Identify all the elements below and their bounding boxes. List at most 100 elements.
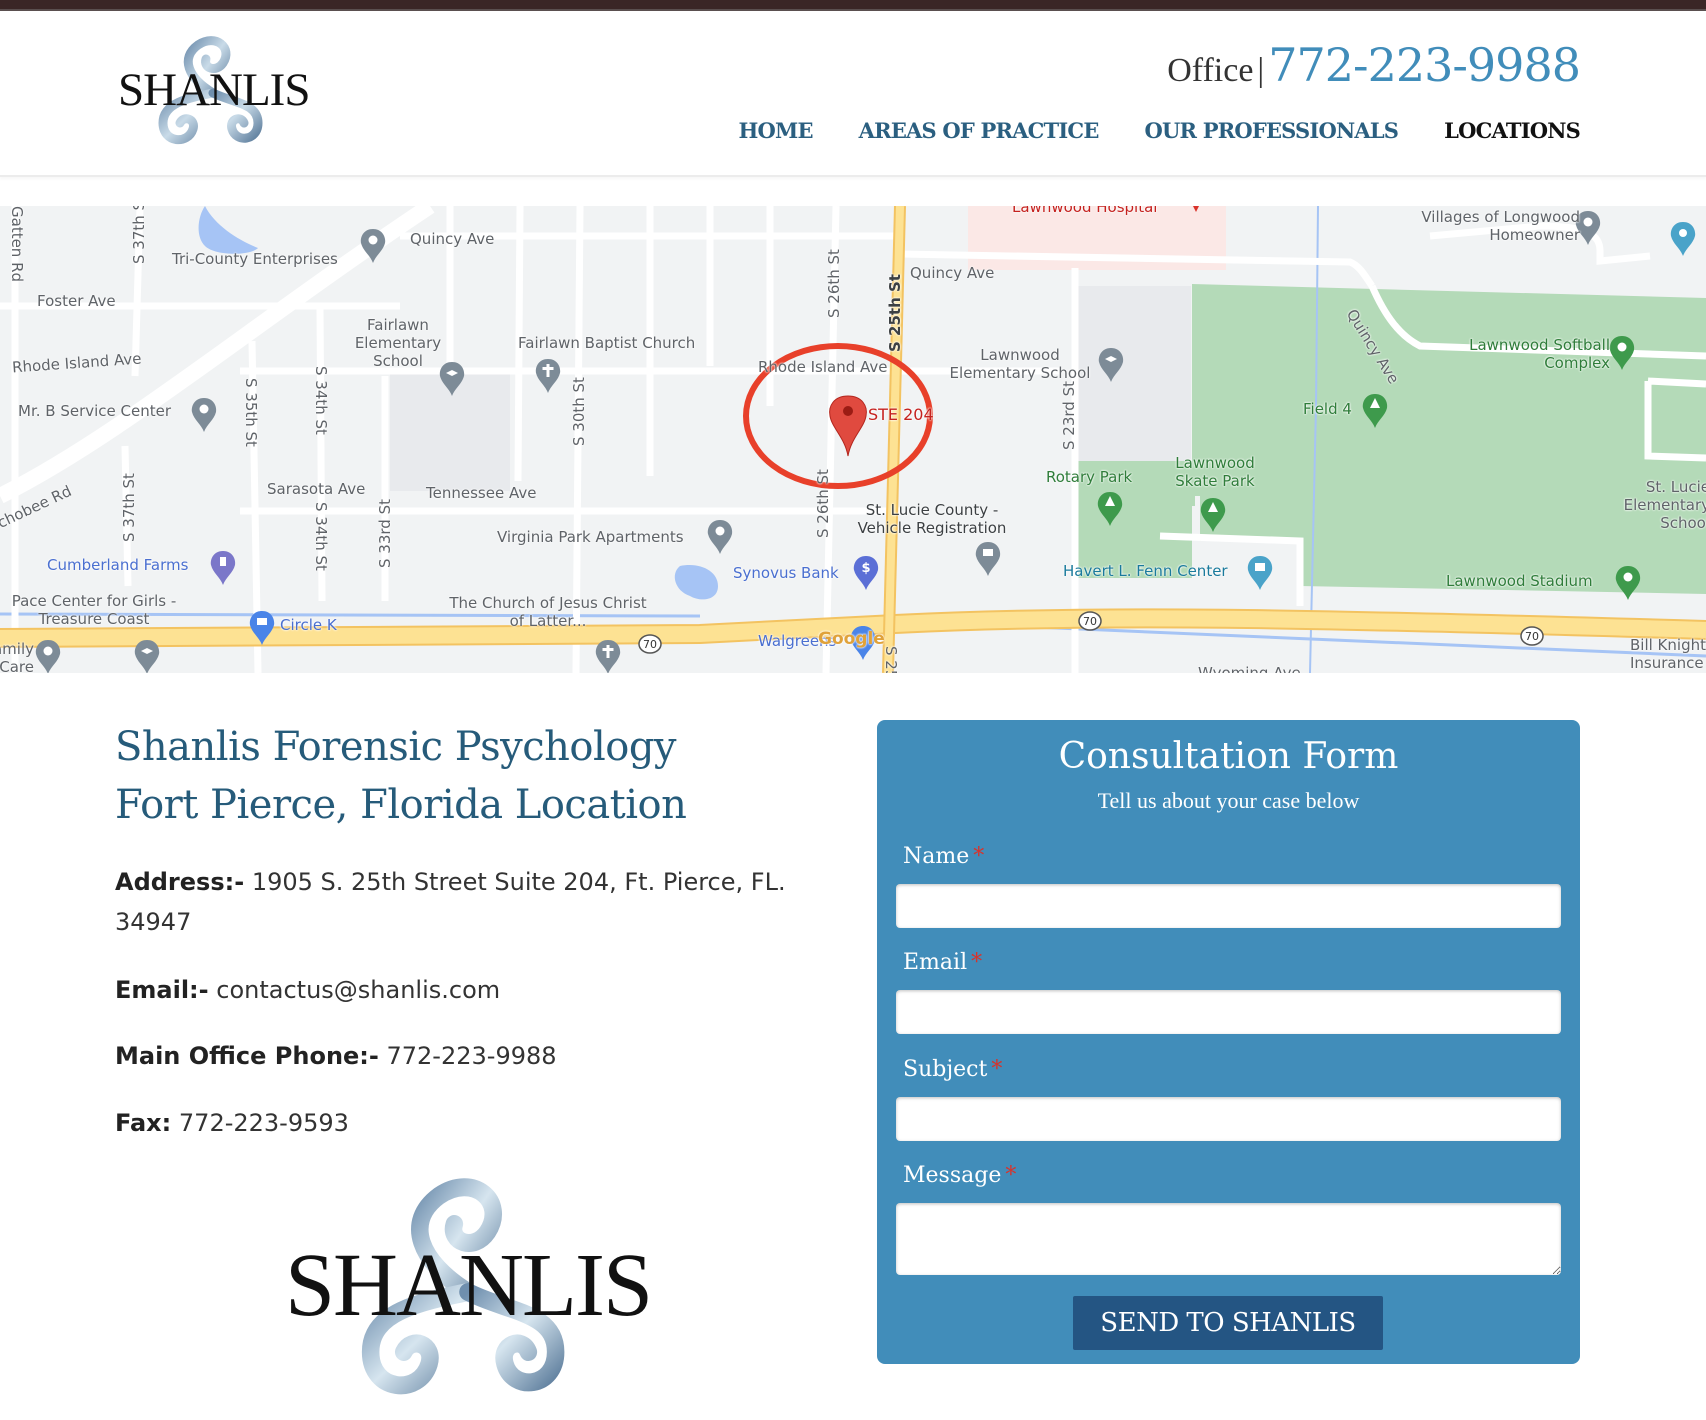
top-bar [0, 0, 1706, 11]
phone-label: Main Office Phone:- [115, 1042, 379, 1070]
form-subtitle: Tell us about your case below [1097, 788, 1360, 813]
nav-areas-of-practice[interactable]: AREAS OF PRACTICE [859, 118, 1100, 143]
map-label-cumberland-farms: Cumberland Farms [47, 556, 189, 574]
street-label-rhode-island-ave: Rhode Island Ave [758, 358, 888, 376]
map-label-havert-fenn-center: Havert L. Fenn Center [1063, 562, 1228, 580]
location-map[interactable]: $ Tri-County Enterprises Fairlawn Elemen… [0, 206, 1706, 673]
street-label-s-30th-st: S 30th St [570, 377, 588, 446]
pin-icon [35, 640, 61, 673]
pet-pin-icon [1670, 222, 1696, 256]
name-label: Name * [903, 844, 984, 869]
bank-pin-icon: $ [853, 556, 879, 590]
pin-icon [707, 520, 733, 554]
map-label-church-of-jesus-christ: The Church of Jesus Christ of Latter... [449, 594, 647, 630]
street-label-s-23rd-st: S 23rd St [1060, 381, 1078, 450]
phone-line: Main Office Phone:- 772-223-9988 [115, 1036, 795, 1076]
office-phone-line: Office |772-223-9988 [1167, 38, 1581, 92]
location-heading: Shanlis Forensic Psychology Fort Pierce,… [115, 718, 687, 834]
google-attribution[interactable]: Google [818, 630, 885, 648]
bottom-logo: SHANLIS [283, 1172, 653, 1402]
gas-station-pin-icon [210, 551, 236, 585]
consultation-form: Consultation Form Tell us about your cas… [877, 720, 1580, 1364]
nav-locations[interactable]: LOCATIONS [1444, 118, 1581, 143]
send-button[interactable]: SEND TO SHANLIS [1073, 1296, 1383, 1350]
street-label-tennessee-ave: Tennessee Ave [426, 484, 537, 502]
map-label-vehicle-registration: St. Lucie County -Vehicle Registration [857, 501, 1007, 537]
map-label-field-4: Field 4 [1303, 400, 1352, 418]
pond [674, 565, 718, 600]
map-label-rotary-park: Rotary Park [1046, 468, 1133, 486]
email-label-text: Email [903, 950, 968, 975]
street-label-s-35th-st: S 35th St [242, 378, 260, 447]
marker-label: STE 204 [868, 405, 934, 424]
street-label-sarasota-ave: Sarasota Ave [267, 480, 366, 498]
main-nav: HOME AREAS OF PRACTICE OUR PROFESSIONALS… [738, 118, 1580, 143]
message-field[interactable] [896, 1203, 1561, 1275]
map-label-family-care: Family Care [0, 640, 34, 673]
required-mark: * [971, 950, 983, 975]
heading-line-1: Shanlis Forensic Psychology [115, 724, 677, 770]
street-label-quincy-ave: Quincy Ave [910, 264, 995, 282]
street-label-s-25th-st: S 25th St [882, 646, 900, 673]
logo-text: SHANLIS [284, 1236, 653, 1335]
form-title: Consultation Form [1058, 736, 1399, 777]
map-label-synovus-bank: Synovus Bank [733, 564, 839, 582]
email-label: Email * [903, 950, 982, 975]
street-label-s-26th-st: S 26th St [825, 249, 843, 318]
email-field[interactable] [896, 990, 1561, 1034]
email-label: Email:- [115, 976, 209, 1004]
address-label: Address:- [115, 868, 245, 896]
required-mark: * [973, 844, 985, 869]
message-label: Message * [903, 1163, 1016, 1188]
map-label-softball-complex: Lawnwood Softball Complex [1469, 336, 1610, 372]
map-label-fairlawn-elementary: Fairlawn Elementary School [354, 316, 442, 370]
heading-line-2: Fort Pierce, Florida Location [115, 782, 687, 828]
required-mark: * [1005, 1163, 1017, 1188]
pin-icon [1615, 566, 1641, 600]
map-label-bill-knight-insurance: Bill Knight Farm Insurance [1630, 636, 1706, 672]
map-label-mr-b-service: Mr. B Service Center [18, 402, 172, 420]
street-label-s-37th-st: S 37th St [130, 206, 148, 264]
school-pin-icon [134, 640, 160, 673]
name-field[interactable] [896, 884, 1561, 928]
street-label-s-37th-st: S 37th St [120, 473, 138, 542]
street-label-s-25th-st: S 25th St [886, 274, 904, 352]
street-label-s-34th-st: S 34th St [312, 502, 330, 571]
street-label-quincy-ave: Quincy Ave [410, 230, 495, 248]
map-label-tri-county: Tri-County Enterprises [172, 250, 338, 268]
nav-our-professionals[interactable]: OUR PROFESSIONALS [1145, 118, 1399, 143]
route-shield-label: 70 [1525, 630, 1539, 643]
route-shield-label: 70 [1083, 615, 1097, 628]
street-label-s-33rd-st: S 33rd St [376, 499, 394, 568]
nav-home[interactable]: HOME [738, 118, 813, 143]
map-label-virginia-park-apartments: Virginia Park Apartments [497, 528, 684, 546]
government-pin-icon [975, 542, 1001, 576]
church-pin-icon [595, 640, 621, 673]
map-label-lawnwood-skate-park: Lawnwood Skate Park [1175, 454, 1255, 490]
office-separator: | [1257, 52, 1265, 89]
email-line: Email:- contactus@shanlis.com [115, 970, 795, 1010]
map-label-villages-of-longwood: Villages of Longwood Homeowner [1421, 208, 1580, 244]
name-label-text: Name [903, 844, 970, 869]
street-label-s-26th-st: S 26th St [814, 469, 832, 538]
email-link[interactable]: contactus@shanlis.com [216, 976, 500, 1004]
subject-label: Subject * [903, 1057, 1002, 1082]
map-label-lawnwood-elementary: Lawnwood Elementary School [949, 346, 1091, 382]
church-pin-icon [535, 359, 561, 393]
subject-field[interactable] [896, 1097, 1561, 1141]
required-mark: * [991, 1057, 1003, 1082]
fax-line: Fax: 772-223-9593 [115, 1103, 795, 1143]
route-shield-label: 70 [643, 638, 657, 651]
location-marker-icon[interactable] [829, 395, 867, 457]
phone-value: 772-223-9988 [386, 1042, 557, 1070]
street-label-foster-ave: Foster Ave [37, 292, 116, 310]
map-label-circle-k: Circle K [280, 616, 337, 634]
fax-label: Fax: [115, 1109, 172, 1137]
office-phone-link[interactable]: 772-223-9988 [1268, 38, 1581, 92]
site-logo[interactable]: SHANLIS [118, 33, 310, 148]
pin-icon [191, 398, 217, 432]
office-label: Office [1167, 52, 1254, 89]
map-label-st-lucie-elementary: St. Lucie Elementary School [1623, 478, 1706, 532]
street-label-gatten-rd: Gatten Rd [8, 206, 26, 283]
map-label-fairlawn-baptist: Fairlawn Baptist Church [518, 334, 696, 352]
